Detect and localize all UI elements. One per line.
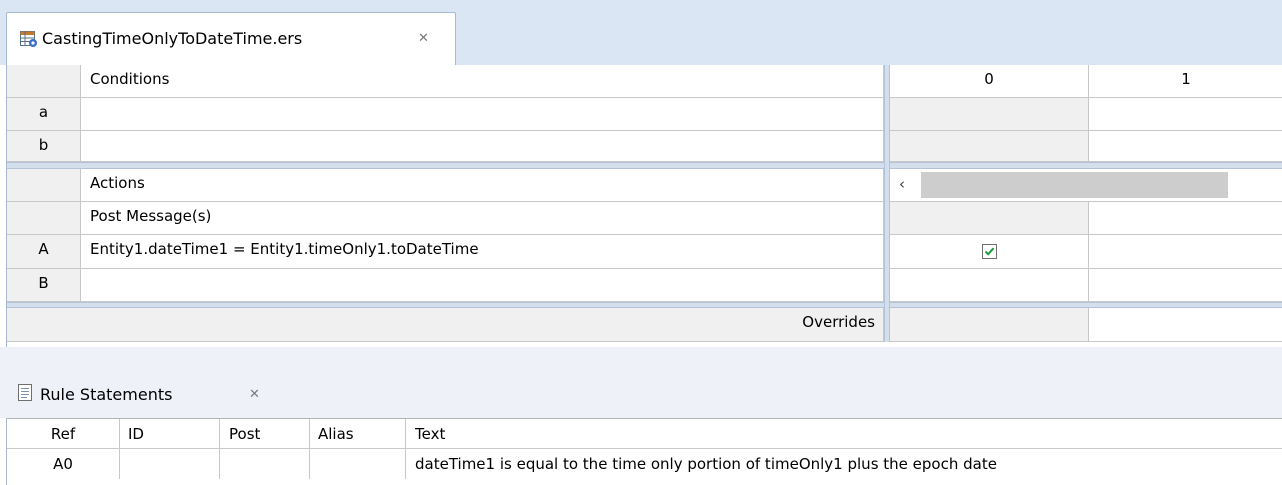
rule-statements-tab[interactable]: Rule Statements ✕ [6, 367, 288, 418]
checkmark-icon [984, 247, 995, 256]
scroll-left-arrow-icon[interactable]: ‹ [899, 177, 905, 192]
editor-tab[interactable]: CastingTimeOnlyToDateTime.ers ✕ [6, 12, 456, 65]
scrollbar-thumb[interactable] [921, 172, 1228, 198]
table-row-alias[interactable] [310, 449, 406, 479]
post-messages-row-header [7, 202, 81, 235]
column-header-id[interactable]: ID [120, 419, 220, 449]
overrides-col-0[interactable] [890, 308, 1089, 342]
column-header-alias[interactable]: Alias [310, 419, 406, 449]
decision-table: Conditions a b Actions Post Message(s) A… [6, 65, 1282, 347]
document-icon [18, 384, 32, 401]
actions-overrides-separator [7, 302, 884, 308]
action-a-col-0[interactable] [890, 235, 1089, 269]
action-b-col-0[interactable] [890, 269, 1089, 302]
view-divider[interactable] [0, 347, 1282, 361]
column-header-text[interactable]: Text [406, 419, 1282, 449]
column-header-post[interactable]: Post [220, 419, 310, 449]
row-header-corner [7, 65, 81, 98]
post-messages-col-1[interactable] [1089, 202, 1282, 235]
editor-tab-bar: CastingTimeOnlyToDateTime.ers ✕ [0, 0, 1282, 65]
table-row-post[interactable] [220, 449, 310, 479]
post-messages-label: Post Message(s) [81, 202, 884, 235]
condition-row-text-b[interactable] [81, 131, 884, 162]
condition-row-label-b: b [7, 131, 81, 162]
actions-row-header-corner [7, 169, 81, 202]
close-icon[interactable]: ✕ [418, 32, 429, 45]
decision-table-icon [20, 31, 38, 48]
rule-statements-table: Ref ID Post Alias Text A0 dateTime1 is e… [6, 418, 1282, 485]
condition-row-text-a[interactable] [81, 98, 884, 131]
overrides-label: Overrides [7, 308, 884, 342]
rule-statements-tab-bar: Rule Statements ✕ [0, 361, 1282, 418]
condition-b-col-0[interactable] [890, 131, 1089, 162]
table-row-id[interactable] [120, 449, 220, 479]
action-row-label-b: B [7, 269, 81, 302]
table-row-text[interactable]: dateTime1 is equal to the time only port… [406, 449, 1282, 479]
action-b-col-1[interactable] [1089, 269, 1282, 302]
close-icon[interactable]: ✕ [249, 388, 260, 401]
condition-b-col-1[interactable] [1089, 131, 1282, 162]
conditions-header: Conditions [81, 65, 884, 98]
condition-a-col-0[interactable] [890, 98, 1089, 131]
horizontal-scrollbar[interactable]: ‹ [890, 169, 1282, 202]
table-row-ref[interactable]: A0 [7, 449, 120, 479]
post-messages-col-0[interactable] [890, 202, 1089, 235]
overrides-col-1[interactable] [1089, 308, 1282, 342]
actions-header: Actions [81, 169, 884, 202]
rule-statements-title: Rule Statements [40, 385, 173, 404]
condition-a-col-1[interactable] [1089, 98, 1282, 131]
column-header-1[interactable]: 1 [1089, 65, 1282, 98]
action-row-text-a[interactable]: Entity1.dateTime1 = Entity1.timeOnly1.to… [81, 235, 884, 269]
action-row-label-a: A [7, 235, 81, 269]
condition-row-label-a: a [7, 98, 81, 131]
action-row-text-b[interactable] [81, 269, 884, 302]
action-a-col-0-checkbox[interactable] [982, 244, 997, 259]
editor-tab-title: CastingTimeOnlyToDateTime.ers [42, 29, 303, 48]
conditions-actions-separator[interactable] [7, 162, 1282, 169]
column-header-ref[interactable]: Ref [7, 419, 120, 449]
column-header-0[interactable]: 0 [890, 65, 1089, 98]
action-a-col-1[interactable] [1089, 235, 1282, 269]
